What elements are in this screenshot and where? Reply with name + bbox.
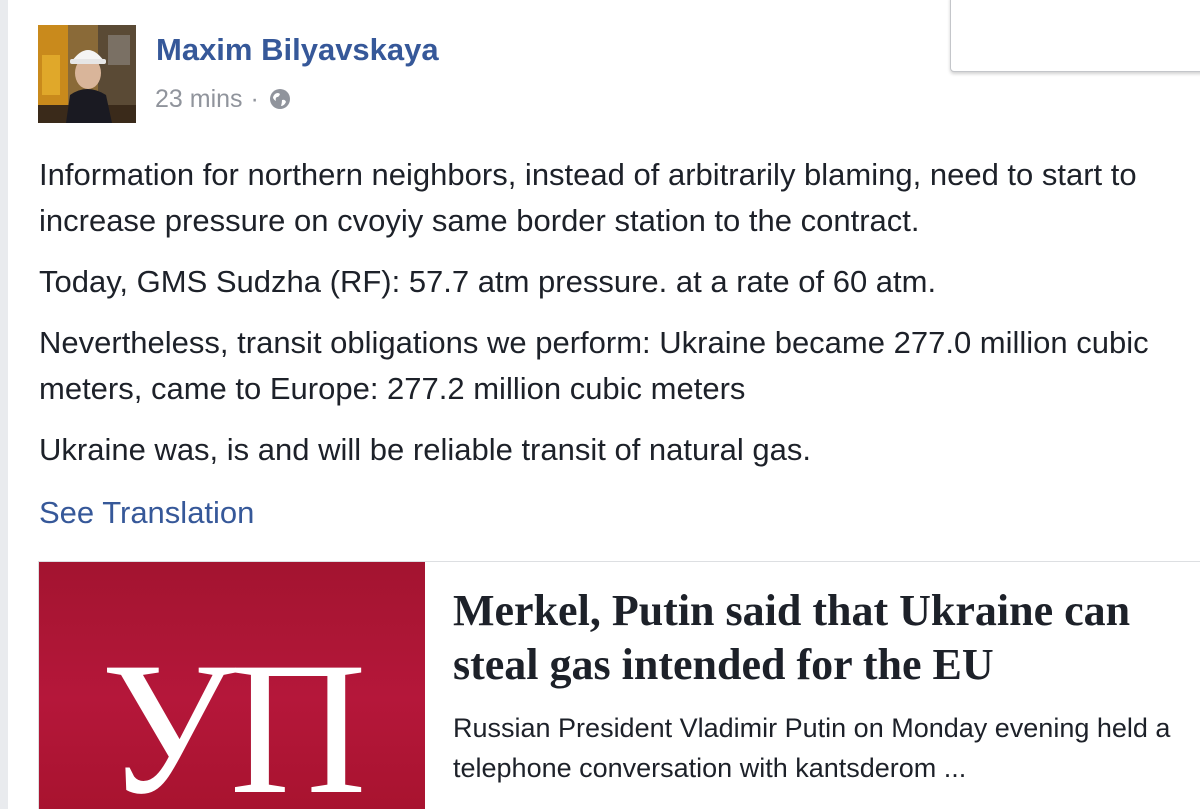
card-text: Merkel, Putin said that Ukraine can stea… xyxy=(453,584,1193,788)
post-meta: 23 mins · xyxy=(155,82,291,116)
side-panel-box xyxy=(950,0,1200,72)
avatar[interactable] xyxy=(38,25,136,123)
post-paragraph: Information for northern neighbors, inst… xyxy=(39,157,1137,238)
card-image[interactable]: УП xyxy=(39,562,425,809)
link-preview-card[interactable]: УП Merkel, Putin said that Ukraine can s… xyxy=(38,561,1200,809)
card-title[interactable]: Merkel, Putin said that Ukraine can stea… xyxy=(453,584,1193,692)
post-paragraph: Today, GMS Sudzha (RF): 57.7 atm pressur… xyxy=(39,264,937,299)
globe-icon[interactable] xyxy=(269,88,291,110)
facebook-post-page: Maxim Bilyavskaya 23 mins · Information … xyxy=(0,0,1200,809)
post-paragraph: Nevertheless, transit obligations we per… xyxy=(39,325,1149,406)
publisher-logo: УП xyxy=(101,624,367,809)
post-body: Information for northern neighbors, inst… xyxy=(39,152,1189,488)
meta-separator: · xyxy=(250,84,259,113)
post-paragraph: Ukraine was, is and will be reliable tra… xyxy=(39,432,811,467)
author-name[interactable]: Maxim Bilyavskaya xyxy=(156,32,439,68)
card-description: Russian President Vladimir Putin on Mond… xyxy=(453,713,1171,783)
timestamp[interactable]: 23 mins xyxy=(155,85,243,114)
left-rail xyxy=(0,0,8,809)
see-translation-link[interactable]: See Translation xyxy=(39,490,254,536)
